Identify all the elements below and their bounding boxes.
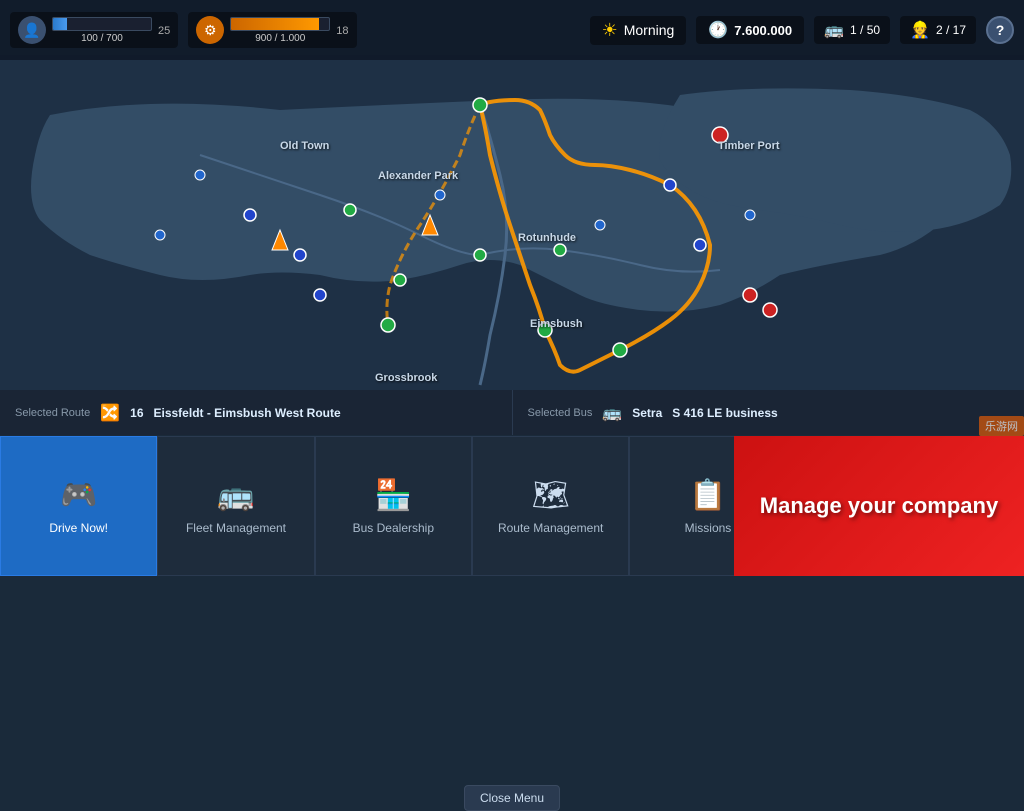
reputation-block: ⚙ 900 / 1.000 18 — [188, 12, 356, 48]
fleet-icon: 🚌 — [217, 478, 254, 513]
time-label: Morning — [624, 22, 675, 38]
fleet-label: Fleet Management — [186, 521, 286, 535]
dealership-label: Bus Dealership — [353, 521, 434, 535]
watermark-box: 乐游网 — [979, 416, 1024, 436]
missions-icon: 📋 — [689, 478, 726, 513]
fleet-management-button[interactable]: 🚌 Fleet Management — [157, 436, 314, 576]
sun-icon: ☀ — [602, 20, 618, 41]
route-name: Eissfeldt - Eimsbush West Route — [154, 406, 341, 420]
player-block: 👤 100 / 700 25 — [10, 12, 178, 48]
drive-now-button[interactable]: 🎮 Drive Now! — [0, 436, 157, 576]
missions-label: Missions — [685, 521, 732, 535]
money-display: 🕐 7.600.000 — [696, 16, 804, 44]
xp-bar — [52, 17, 152, 31]
watermark: 乐游网 — [979, 416, 1024, 436]
rep-level: 18 — [336, 25, 348, 37]
route-panel-label: Selected Route — [15, 407, 90, 419]
route-icon: 🔀 — [100, 403, 120, 423]
dealership-icon: 🏪 — [375, 478, 412, 513]
selected-route-panel: Selected Route 🔀 16 Eissfeldt - Eimsbush… — [0, 390, 513, 435]
info-bar: Selected Route 🔀 16 Eissfeldt - Eimsbush… — [0, 390, 1024, 435]
close-menu-button[interactable]: Close Menu — [464, 785, 560, 811]
rep-bar-fill — [231, 18, 319, 30]
help-button[interactable]: ? — [986, 16, 1014, 44]
bus-panel-label: Selected Bus — [528, 407, 593, 419]
route-number: 16 — [130, 406, 143, 420]
bus-icon: 🚌 — [824, 20, 844, 40]
bus-brand: Setra — [632, 406, 662, 420]
bus-dealership-button[interactable]: 🏪 Bus Dealership — [315, 436, 472, 576]
bus-model: S 416 LE business — [672, 406, 777, 420]
route-management-button[interactable]: 🗺 Route Management — [472, 436, 629, 576]
money-value: 7.600.000 — [734, 23, 792, 38]
buses-value: 1 / 50 — [850, 23, 880, 37]
clock-icon: 🕐 — [708, 20, 728, 40]
rep-container: 900 / 1.000 — [230, 17, 330, 44]
xp-bar-fill — [53, 18, 67, 30]
drive-now-icon: 🎮 — [60, 478, 97, 513]
staff-icon: 👷 — [910, 20, 930, 40]
drive-now-label: Drive Now! — [49, 521, 108, 535]
manage-banner-text: Manage your company — [760, 492, 998, 521]
manage-company-banner: Manage your company — [734, 436, 1024, 576]
player-level: 25 — [158, 25, 170, 37]
rep-bar — [230, 17, 330, 31]
staff-value: 2 / 17 — [936, 23, 966, 37]
selected-bus-panel: Selected Bus 🚌 Setra S 416 LE business — [513, 390, 1024, 435]
map-svg — [0, 55, 1024, 390]
player-icon: 👤 — [18, 16, 46, 44]
route-mgmt-label: Route Management — [498, 521, 603, 535]
route-mgmt-icon: 🗺 — [532, 478, 570, 513]
time-display: ☀ Morning — [590, 16, 687, 45]
top-hud: 👤 100 / 700 25 ⚙ 900 / 1.000 18 ☀ Mornin… — [0, 0, 1024, 60]
xp-container: 100 / 700 — [52, 17, 152, 44]
buses-stat: 🚌 1 / 50 — [814, 16, 890, 44]
bus-panel-icon: 🚌 — [602, 403, 622, 423]
rep-label: 900 / 1.000 — [230, 33, 330, 44]
xp-label: 100 / 700 — [52, 33, 152, 44]
reputation-icon: ⚙ — [196, 16, 224, 44]
staff-stat: 👷 2 / 17 — [900, 16, 976, 44]
